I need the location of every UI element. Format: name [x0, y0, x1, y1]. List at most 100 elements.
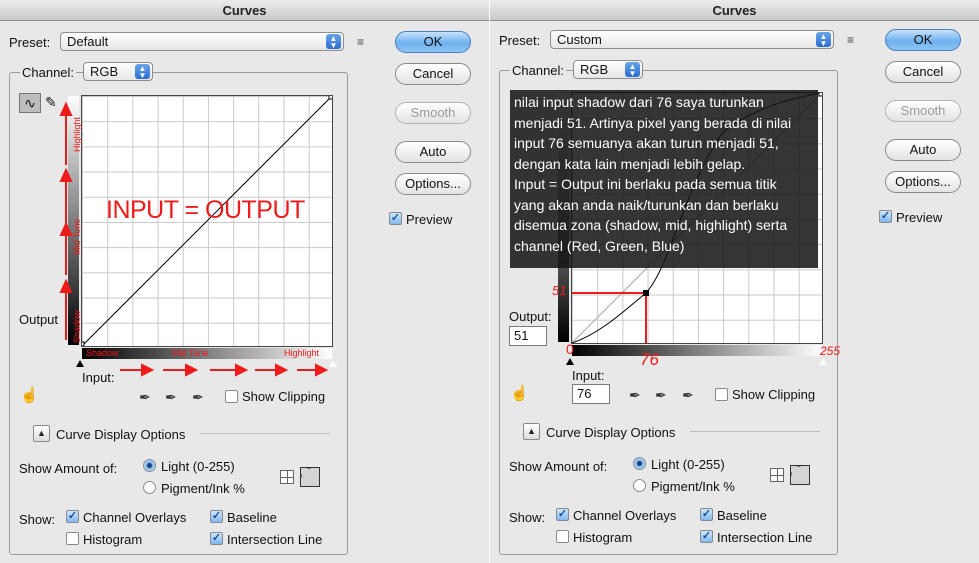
- histogram-label: Histogram: [83, 532, 143, 547]
- curve-endpoint-highlight[interactable]: [328, 96, 332, 100]
- black-point-slider[interactable]: [566, 358, 574, 365]
- input-output-annotation: INPUT = OUTPUT: [106, 196, 305, 224]
- light-radio[interactable]: [143, 459, 156, 472]
- intersection-line-checkbox[interactable]: ✓: [700, 530, 713, 543]
- options-button[interactable]: Options...: [885, 171, 961, 193]
- input-value-annotation: 76: [640, 350, 659, 369]
- disclosure-triangle-icon[interactable]: ▲: [523, 423, 540, 440]
- show-clipping-label: Show Clipping: [732, 387, 816, 402]
- auto-button[interactable]: Auto: [885, 139, 961, 161]
- channel-overlays-label: Channel Overlays: [83, 510, 187, 525]
- curve-endpoint-shadow[interactable]: [82, 341, 85, 346]
- shadow-horizontal-label: Shadow: [86, 348, 119, 358]
- channel-overlays-checkbox[interactable]: ✓: [556, 508, 569, 521]
- hand-drag-icon[interactable]: ☝: [510, 384, 529, 402]
- channel-value: RGB: [580, 62, 609, 77]
- curve-endpoint-highlight[interactable]: [818, 93, 822, 97]
- cancel-button[interactable]: Cancel: [885, 61, 961, 83]
- show-label: Show:: [509, 510, 546, 525]
- preview-checkbox[interactable]: ✓: [879, 210, 892, 223]
- explanation-overlay: nilai input shadow dari 76 saya turunkan…: [510, 90, 818, 268]
- hand-drag-icon[interactable]: ☝: [20, 386, 39, 404]
- baseline-checkbox[interactable]: ✓: [700, 508, 713, 521]
- channel-overlays-checkbox[interactable]: ✓: [66, 510, 79, 523]
- channel-select[interactable]: RGB ▲ ▼: [83, 62, 153, 81]
- pigment-label: Pigment/Ink %: [651, 479, 735, 494]
- output-field[interactable]: 51: [509, 326, 547, 346]
- chevron-updown-icon: ▲ ▼: [326, 34, 341, 50]
- light-radio[interactable]: [633, 457, 646, 470]
- preset-select[interactable]: Custom ▲ ▼: [550, 30, 834, 49]
- curves-graph[interactable]: INPUT = OUTPUT: [81, 95, 333, 347]
- input-field[interactable]: 76: [572, 384, 610, 404]
- chevron-updown-icon: ▲ ▼: [816, 32, 831, 48]
- preset-label: Preset:: [9, 35, 51, 50]
- pigment-radio[interactable]: [633, 479, 646, 492]
- highlight-vertical-label: Highlight: [72, 116, 82, 152]
- output-label: Output:: [509, 309, 552, 324]
- histogram-checkbox[interactable]: [66, 532, 79, 545]
- gray-eyedropper-icon[interactable]: ✒: [655, 387, 669, 403]
- detailed-grid-icon[interactable]: [790, 465, 810, 485]
- black-point-slider[interactable]: [76, 360, 84, 367]
- preset-menu-icon[interactable]: ≡: [847, 34, 861, 46]
- pencil-icon[interactable]: ✎: [45, 94, 57, 111]
- shadow-vertical-label: Shadow: [72, 310, 82, 343]
- gray-eyedropper-icon[interactable]: ✒: [165, 389, 179, 405]
- chevron-updown-icon: ▲ ▼: [135, 64, 150, 80]
- white-eyedropper-icon[interactable]: ✒: [682, 387, 696, 403]
- channel-overlays-label: Channel Overlays: [573, 508, 677, 523]
- histogram-label: Histogram: [573, 530, 633, 545]
- curve-display-options-label: Curve Display Options: [546, 425, 676, 440]
- show-clipping-checkbox[interactable]: [715, 388, 728, 401]
- channel-label: Channel:: [510, 63, 567, 78]
- baseline-checkbox[interactable]: ✓: [210, 510, 223, 523]
- horizontal-arrows: [120, 363, 329, 377]
- preview-checkbox[interactable]: ✓: [389, 212, 402, 225]
- baseline-label: Baseline: [227, 510, 277, 525]
- curve-edit-tool[interactable]: ∿: [19, 93, 41, 113]
- curve-icon: ∿: [24, 95, 36, 111]
- preset-select[interactable]: Default ▲ ▼: [60, 32, 344, 51]
- white-eyedropper-icon[interactable]: ✒: [192, 389, 206, 405]
- detailed-grid-icon[interactable]: [300, 467, 320, 487]
- pigment-label: Pigment/Ink %: [161, 481, 245, 496]
- midtone-vertical-label: Mid Tone: [72, 218, 82, 255]
- midtone-horizontal-label: Mid Tone: [172, 348, 209, 358]
- ok-button[interactable]: OK: [395, 31, 471, 53]
- channel-value: RGB: [90, 64, 119, 79]
- ok-button[interactable]: OK: [885, 29, 961, 51]
- window-title: Curves: [490, 0, 979, 21]
- histogram-checkbox[interactable]: [556, 530, 569, 543]
- intersection-line-label: Intersection Line: [717, 530, 813, 545]
- black-eyedropper-icon[interactable]: ✒: [629, 387, 643, 403]
- output-label: Output: [19, 312, 59, 327]
- pigment-radio[interactable]: [143, 481, 156, 494]
- disclosure-triangle-icon[interactable]: ▲: [33, 425, 50, 442]
- preset-label: Preset:: [499, 33, 541, 48]
- cancel-button[interactable]: Cancel: [395, 63, 471, 85]
- curves-dialog-left: Curves Preset: Default ▲ ▼ ≡ OK Cancel Sm…: [0, 0, 489, 563]
- channel-select[interactable]: RGB ▲ ▼: [573, 60, 643, 79]
- smooth-button[interactable]: Smooth: [395, 102, 471, 124]
- options-button[interactable]: Options...: [395, 173, 471, 195]
- show-amount-label: Show Amount of:: [19, 461, 118, 476]
- intersection-line-label: Intersection Line: [227, 532, 323, 547]
- simple-grid-icon[interactable]: [280, 470, 294, 484]
- channel-label: Channel:: [20, 65, 77, 80]
- baseline-label: Baseline: [717, 508, 767, 523]
- intersection-line-checkbox[interactable]: ✓: [210, 532, 223, 545]
- highlight-horizontal-label: Highlight: [284, 348, 320, 358]
- white-point-slider[interactable]: [819, 358, 827, 365]
- simple-grid-icon[interactable]: [770, 468, 784, 482]
- smooth-button[interactable]: Smooth: [885, 100, 961, 122]
- show-amount-label: Show Amount of:: [509, 459, 608, 474]
- light-label: Light (0-255): [651, 457, 725, 472]
- auto-button[interactable]: Auto: [395, 141, 471, 163]
- show-label: Show:: [19, 512, 56, 527]
- curve-control-point[interactable]: [643, 290, 649, 296]
- black-eyedropper-icon[interactable]: ✒: [139, 389, 153, 405]
- divider: [200, 433, 330, 434]
- show-clipping-checkbox[interactable]: [225, 390, 238, 403]
- preset-menu-icon[interactable]: ≡: [357, 36, 371, 48]
